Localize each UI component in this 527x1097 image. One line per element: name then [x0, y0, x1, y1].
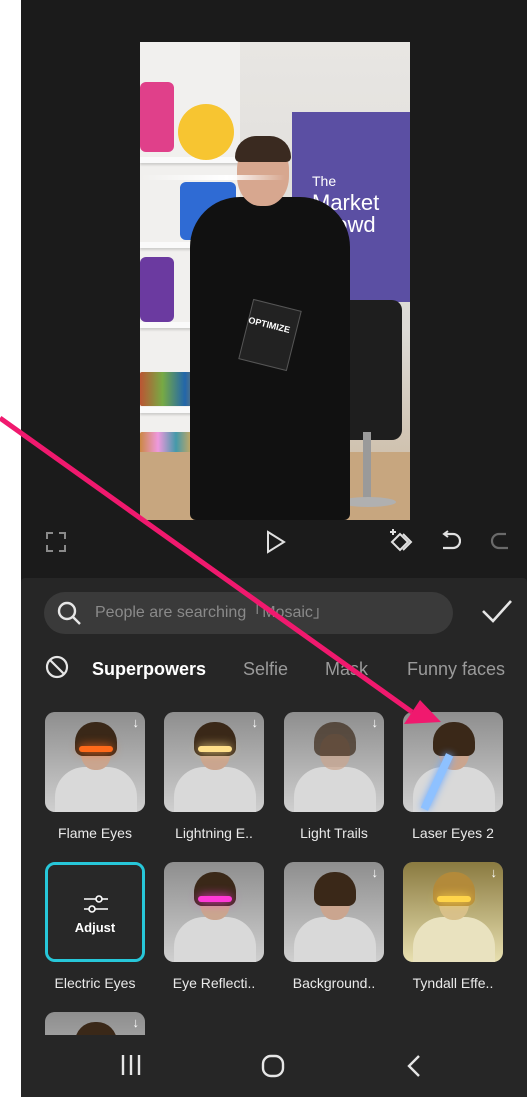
- effect-tile-background[interactable]: ↓: [284, 862, 384, 962]
- tile-hair: [314, 872, 356, 906]
- effect-tile-partial[interactable]: ↓: [45, 1012, 145, 1035]
- undo-icon[interactable]: [439, 530, 461, 552]
- effect-tile-lightning-eyes[interactable]: ↓: [164, 712, 264, 812]
- tile-shirt: [174, 917, 256, 962]
- light-streak: [140, 175, 285, 180]
- tile-eyes: [79, 746, 113, 752]
- tab-mask[interactable]: Mask: [325, 658, 368, 680]
- effect-label: Eye Reflecti..: [172, 975, 256, 991]
- download-icon: ↓: [371, 865, 379, 880]
- search-icon: [57, 601, 81, 625]
- search-placeholder: People are searching「Mosaic」: [95, 604, 329, 621]
- tab-selfie[interactable]: Selfie: [243, 658, 288, 680]
- adjust-button[interactable]: Adjust: [48, 920, 142, 935]
- effect-tile-eye-reflection[interactable]: [164, 862, 264, 962]
- purple-pillow: [140, 257, 174, 322]
- tile-eyes: [198, 746, 232, 752]
- person-hair: [235, 136, 291, 162]
- download-icon: ↓: [490, 865, 498, 880]
- tab-superpowers[interactable]: Superpowers: [92, 658, 206, 680]
- redo-icon[interactable]: [490, 530, 510, 552]
- effect-tile-tyndall-effect[interactable]: ↓: [403, 862, 503, 962]
- tile-shirt: [294, 767, 376, 812]
- effect-tile-light-trails[interactable]: ↓: [284, 712, 384, 812]
- no-effect-icon[interactable]: [44, 654, 70, 680]
- tile-eyes: [437, 896, 471, 902]
- effect-tile-flame-eyes[interactable]: ↓: [45, 712, 145, 812]
- effect-label: Lightning E..: [175, 825, 253, 841]
- download-icon: ↓: [132, 715, 140, 730]
- tile-shirt: [413, 917, 495, 962]
- download-icon: ↓: [251, 715, 259, 730]
- tile-hair: [433, 722, 475, 756]
- tile-shirt: [294, 917, 376, 962]
- tab-funny-faces[interactable]: Funny faces: [407, 658, 505, 680]
- confirm-check-icon[interactable]: [479, 596, 515, 626]
- download-icon: ↓: [132, 1015, 140, 1030]
- fullscreen-icon[interactable]: [45, 531, 67, 553]
- tile-shirt: [174, 767, 256, 812]
- keyframe-icon[interactable]: [387, 528, 415, 554]
- instagram-pillow: [140, 82, 174, 152]
- phone-screen: The Market Crowd OPTIMIZE Pe: [21, 0, 527, 1097]
- recent-apps-icon[interactable]: [119, 1053, 143, 1077]
- play-icon[interactable]: [265, 530, 287, 554]
- download-icon: ↓: [371, 715, 379, 730]
- tile-hair: [314, 722, 356, 756]
- effect-label: Electric Eyes: [54, 975, 136, 991]
- effect-tile-laser-eyes-2[interactable]: [403, 712, 503, 812]
- effect-tile-electric-eyes[interactable]: Adjust: [45, 862, 145, 962]
- effect-label: Flame Eyes: [58, 825, 132, 841]
- effect-label: Laser Eyes 2: [412, 825, 494, 841]
- effect-label: Background..: [292, 975, 376, 991]
- sliders-icon: [84, 895, 108, 913]
- back-icon[interactable]: [405, 1053, 423, 1079]
- chair-post: [363, 432, 371, 504]
- home-icon[interactable]: [259, 1052, 287, 1080]
- emoji-pillow: [178, 104, 234, 160]
- tile-eyes: [198, 896, 232, 902]
- effect-label: Tyndall Effe..: [412, 975, 494, 991]
- tile-shirt: [55, 767, 137, 812]
- video-preview[interactable]: The Market Crowd OPTIMIZE: [140, 42, 410, 520]
- effect-label: Light Trails: [300, 825, 368, 841]
